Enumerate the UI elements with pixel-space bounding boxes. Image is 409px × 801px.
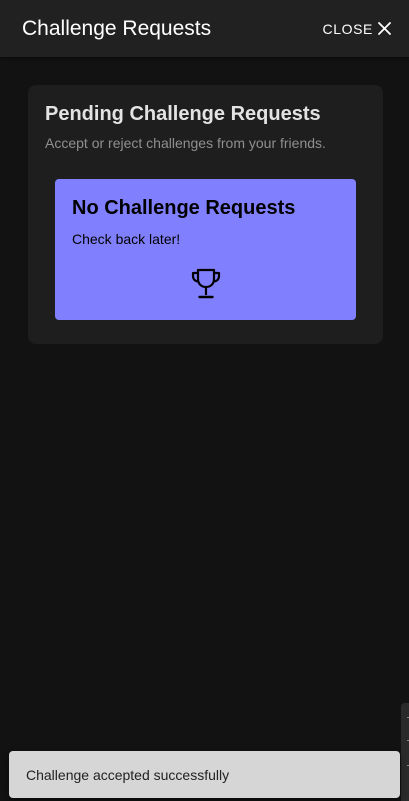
snackbar-message: Challenge accepted successfully: [26, 766, 230, 783]
close-button[interactable]: CLOSE: [323, 21, 391, 37]
panel-subtitle: Accept or reject challenges from your fr…: [45, 135, 326, 151]
close-icon: [378, 22, 391, 35]
close-label: CLOSE: [322, 20, 373, 37]
panel-title: Pending Challenge Requests: [45, 103, 321, 125]
empty-state-title: No Challenge Requests: [72, 197, 296, 219]
empty-state-card: No Challenge Requests Check back later!: [55, 179, 356, 320]
edge-scroll-strip: [401, 703, 409, 801]
snackbar: Challenge accepted successfully: [9, 751, 400, 798]
dialog-header: Challenge Requests CLOSE: [0, 0, 409, 57]
trophy-icon: [191, 268, 221, 299]
empty-state-message: Check back later!: [72, 231, 181, 247]
dialog-title: Challenge Requests: [22, 16, 212, 40]
pending-requests-panel: Pending Challenge Requests Accept or rej…: [28, 85, 383, 344]
